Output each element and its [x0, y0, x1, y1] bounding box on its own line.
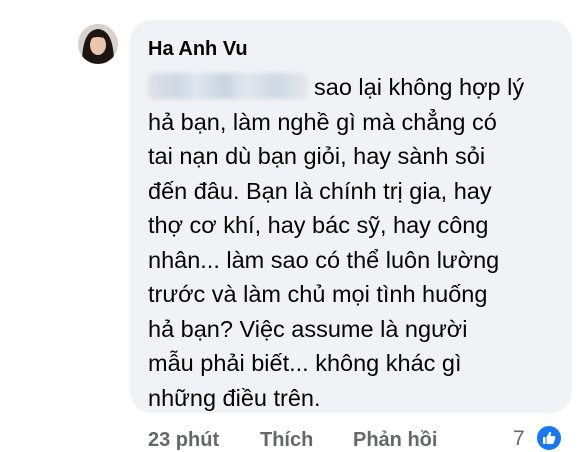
redacted-mention [148, 73, 308, 99]
comment-bubble: Ha Anh Vu sao lại không hợp lý hả bạn, l… [130, 20, 572, 413]
like-icon[interactable] [535, 424, 563, 452]
comment-text-block: sao lại không hợp lý hả bạn, làm nghề gì… [148, 70, 552, 415]
author-avatar[interactable] [78, 24, 118, 64]
comment-text: sao lại không hợp lý hả bạn, làm nghề gì… [148, 74, 525, 411]
reaction-count[interactable]: 7 [513, 426, 525, 452]
like-button[interactable]: Thích [260, 428, 313, 452]
reply-button[interactable]: Phản hồi [353, 428, 437, 452]
author-name[interactable]: Ha Anh Vu [148, 36, 552, 62]
comment-timestamp[interactable]: 23 phút [148, 428, 219, 452]
